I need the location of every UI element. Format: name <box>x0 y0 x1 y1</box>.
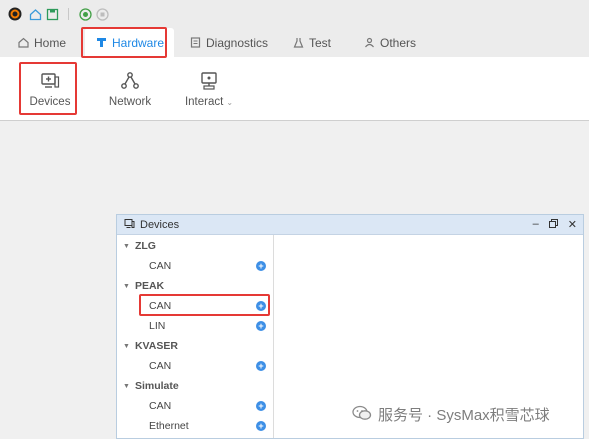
tab-test[interactable]: Test <box>292 28 331 57</box>
tree-group-peak[interactable]: ▼ PEAK <box>123 277 164 295</box>
add-peak-lin-button[interactable]: + <box>256 321 266 331</box>
tree-group-label: Simulate <box>134 380 179 392</box>
tree-item-zlg-can[interactable]: CAN <box>149 257 171 275</box>
caret-down-icon[interactable]: ▼ <box>123 343 130 350</box>
add-simulate-can-button[interactable]: + <box>256 401 266 411</box>
caret-down-icon[interactable]: ▼ <box>123 383 130 390</box>
devices-panel-header: Devices – ✕ <box>117 215 583 235</box>
add-kvaser-can-button[interactable]: + <box>256 361 266 371</box>
home-icon[interactable] <box>27 6 43 22</box>
title-bar <box>0 0 589 28</box>
devices-button[interactable]: Devices <box>26 57 74 121</box>
tree-group-label: PEAK <box>134 280 165 292</box>
tree-group-label: KVASER <box>134 340 178 352</box>
add-zlg-can-button[interactable]: + <box>256 261 266 271</box>
network-icon <box>119 70 141 92</box>
tree-group-label: ZLG <box>134 240 156 252</box>
tab-diagnostics-label: Diagnostics <box>206 35 269 50</box>
tab-test-label: Test <box>309 35 332 50</box>
tab-hardware[interactable]: Hardware <box>85 28 175 57</box>
devices-icon <box>124 218 135 232</box>
watermark-text: 服务号 · SysMax积雪芯球 <box>378 407 550 424</box>
flask-icon <box>292 37 304 49</box>
app-logo-icon <box>7 6 23 22</box>
tree-group-zlg[interactable]: ▼ ZLG <box>123 237 156 255</box>
tab-others[interactable]: Others <box>363 28 416 57</box>
ribbon-toolbar: Devices Network Interact ⌄ <box>0 57 589 121</box>
devices-icon <box>39 70 61 92</box>
stop-icon[interactable] <box>94 6 110 22</box>
tree-item-kvaser-can[interactable]: CAN <box>149 357 171 375</box>
tab-diagnostics[interactable]: Diagnostics <box>189 28 268 57</box>
devices-panel-title: Devices <box>140 218 180 231</box>
interact-button-label: Interact ⌄ <box>184 96 234 108</box>
tab-hardware-label: Hardware <box>112 35 165 50</box>
interact-button[interactable]: Interact ⌄ <box>181 57 237 121</box>
save-icon[interactable] <box>44 6 60 22</box>
tree-item-peak-lin[interactable]: LIN <box>149 317 165 335</box>
run-icon[interactable] <box>77 6 93 22</box>
user-icon <box>363 37 375 49</box>
watermark: 服务号 · SysMax积雪芯球 <box>352 404 550 425</box>
network-button-label: Network <box>108 96 152 108</box>
tree-group-simulate[interactable]: ▼ Simulate <box>123 377 179 395</box>
devices-button-label: Devices <box>29 96 71 108</box>
hardware-icon <box>95 37 107 49</box>
device-tree: ▼ ZLG CAN + ▼ PEAK CAN + LIN + ▼ KVASER … <box>117 235 274 438</box>
tab-home-label: Home <box>34 35 67 50</box>
tab-bar: Home Hardware Diagnostics Test Others <box>0 28 589 57</box>
toolbar-divider <box>68 8 69 20</box>
network-button[interactable]: Network <box>104 57 156 121</box>
restore-icon[interactable] <box>548 218 558 231</box>
tab-home[interactable]: Home <box>17 28 66 57</box>
tree-item-peak-can[interactable]: CAN <box>149 297 171 315</box>
diagnostics-icon <box>189 37 201 49</box>
chevron-down-icon: ⌄ <box>226 98 234 107</box>
add-peak-can-button[interactable]: + <box>256 301 266 311</box>
caret-down-icon[interactable]: ▼ <box>123 243 130 250</box>
tree-item-simulate-ethernet[interactable]: Ethernet <box>149 417 189 435</box>
add-simulate-ethernet-button[interactable]: + <box>256 421 266 431</box>
interact-icon <box>198 70 220 92</box>
tree-item-simulate-can[interactable]: CAN <box>149 397 171 415</box>
caret-down-icon[interactable]: ▼ <box>123 283 130 290</box>
wechat-icon <box>352 405 372 425</box>
close-icon[interactable]: ✕ <box>568 218 577 231</box>
home-icon <box>17 37 29 49</box>
tree-group-kvaser[interactable]: ▼ KVASER <box>123 337 178 355</box>
minimize-icon[interactable]: – <box>533 218 539 231</box>
tab-others-label: Others <box>380 35 417 50</box>
